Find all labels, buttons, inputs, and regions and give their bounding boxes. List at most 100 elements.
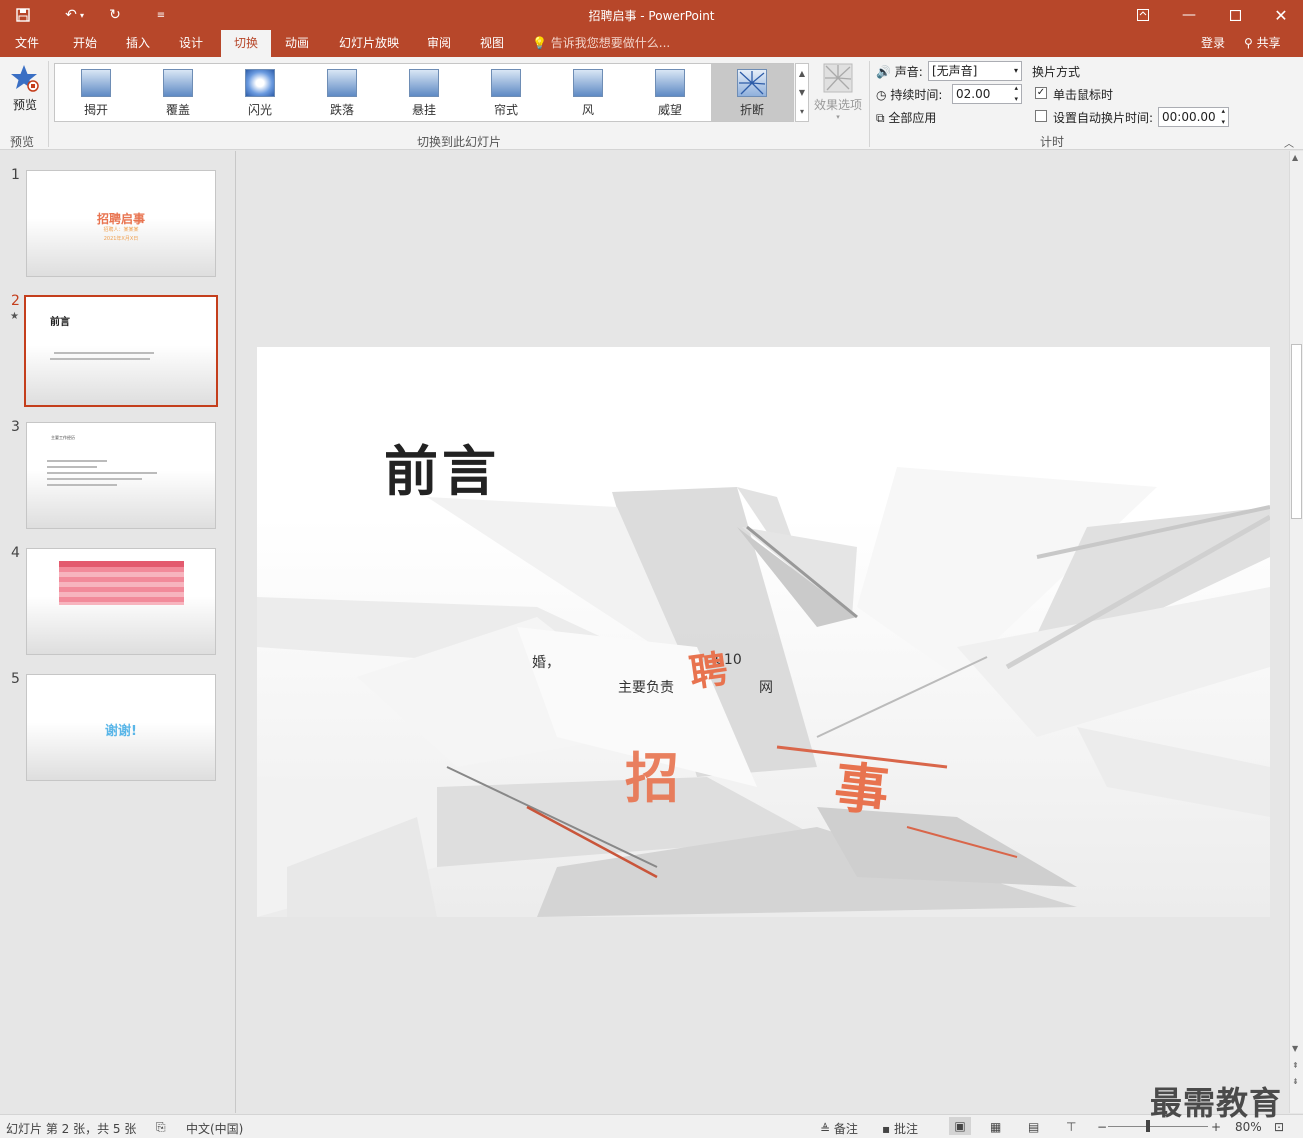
thumb-text-line (47, 484, 117, 486)
spellcheck-icon[interactable]: ⎘ (156, 1120, 166, 1135)
transition-fall-over[interactable]: 跌落 (301, 64, 383, 121)
apply-all-button[interactable]: ⧉ 全部应用 (876, 109, 936, 126)
auto-advance-spinner[interactable]: 00:00.00 ▴ ▾ (1158, 107, 1229, 127)
previous-slide-icon[interactable]: ⇞ (1292, 1061, 1299, 1070)
slide-sorter-icon[interactable]: ▦ (990, 1120, 1001, 1134)
tab-animations[interactable]: 动画 (276, 30, 318, 57)
slide-thumbnail-4[interactable] (26, 548, 216, 655)
on-click-checkbox[interactable]: ✓ (1035, 87, 1047, 99)
slide-thumbnail-3[interactable]: 主要工作经历 (26, 422, 216, 529)
gallery-scroll[interactable]: ▲ ▼ ▾ (795, 63, 809, 122)
prestige-icon (655, 69, 685, 97)
tab-review[interactable]: 审阅 (418, 30, 460, 57)
speaker-icon: 🔊 (876, 65, 891, 79)
comments-button[interactable]: ▪ 批注 (882, 1120, 918, 1137)
slide-body-line-2[interactable]: 主要负责 (618, 677, 674, 697)
spinner-arrows-icon[interactable]: ▴ ▾ (1014, 83, 1018, 105)
slide-number: 1 (11, 167, 20, 183)
tab-insert[interactable]: 插入 (117, 30, 159, 57)
notes-button[interactable]: ≜ 备注 (820, 1120, 858, 1137)
slide-thumbnail-5[interactable]: 谢谢! (26, 674, 216, 781)
transition-curtains[interactable]: 帘式 (465, 64, 547, 121)
transition-star-icon[interactable]: ★ (10, 311, 19, 322)
transition-cover[interactable]: 覆盖 (137, 64, 219, 121)
transition-label: 帘式 (493, 103, 518, 117)
transition-prestige[interactable]: 威望 (629, 64, 711, 121)
tab-view[interactable]: 视图 (471, 30, 513, 57)
preview-group-label: 预览 (10, 135, 35, 149)
duration-spinner[interactable]: 02.00 ▴ ▾ (952, 84, 1022, 104)
transition-gallery: 揭开 覆盖 闪光 跌落 悬挂 帘式 风 威望 折断 (54, 63, 794, 122)
slide-body-line-1[interactable]: 婚， (532, 652, 560, 672)
login-link[interactable]: 登录 (1201, 30, 1225, 57)
vertical-scrollbar[interactable]: ▲ ▼ ⇞ ⇟ (1289, 151, 1303, 1113)
reading-view-icon[interactable]: ▤ (1028, 1120, 1039, 1134)
sound-dropdown[interactable]: [无声音] ▾ (928, 61, 1022, 81)
gallery-down-icon[interactable]: ▼ (796, 83, 808, 102)
tab-transitions[interactable]: 切换 (221, 30, 271, 57)
watermark-logo: 最需教育 (1150, 1084, 1283, 1122)
gallery-up-icon[interactable]: ▲ (796, 64, 808, 83)
tab-design[interactable]: 设计 (170, 30, 212, 57)
thumb-text-line (47, 460, 107, 462)
preview-button[interactable]: 预览 (6, 63, 44, 121)
cover-icon (163, 69, 193, 97)
effect-options-button[interactable]: 效果选项 ▾ (812, 63, 864, 123)
thumb-subtitle: 招聘人：某某某 (103, 227, 139, 233)
slide-number: 4 (11, 545, 20, 561)
group-divider (48, 61, 49, 147)
tab-slideshow[interactable]: 幻灯片放映 (332, 30, 406, 57)
language-indicator[interactable]: 中文(中国) (186, 1120, 243, 1137)
thumb-text-line (54, 352, 154, 354)
thumb-title: 招聘启事 (96, 212, 145, 226)
scroll-up-icon[interactable]: ▲ (1292, 153, 1298, 162)
normal-view-icon[interactable]: ▣ (949, 1117, 971, 1135)
spinner-arrows-icon[interactable]: ▴ ▾ (1221, 106, 1225, 128)
zoom-slider[interactable] (1108, 1126, 1208, 1127)
zoom-out-icon[interactable]: − (1097, 1120, 1107, 1134)
tab-file[interactable]: 文件 (8, 30, 46, 57)
transition-wind[interactable]: 风 (547, 64, 629, 121)
slideshow-icon[interactable]: ⊤ (1066, 1120, 1076, 1134)
transition-drape[interactable]: 悬挂 (383, 64, 465, 121)
notes-icon: ≜ (820, 1122, 831, 1136)
shard-text-fragment: 聘 (686, 646, 731, 696)
transition-flash[interactable]: 闪光 (219, 64, 301, 121)
transition-label: 闪光 (247, 103, 272, 117)
sound-value: [无声音] (932, 64, 978, 78)
fall-over-icon (327, 69, 357, 97)
collapse-ribbon-icon[interactable]: ︿ (1284, 135, 1294, 150)
transition-label: 折断 (739, 103, 764, 117)
duration-value: 02.00 (956, 87, 991, 101)
ribbon-display-icon[interactable] (1126, 0, 1160, 30)
title-bar: ↶ ▾ ↻ ≡ 招聘启事 - PowerPoint — ✕ (0, 0, 1303, 30)
scroll-thumb[interactable] (1291, 344, 1302, 519)
transition-fracture[interactable]: 折断 (711, 64, 793, 121)
chevron-down-icon: ▾ (1013, 66, 1018, 75)
slide-thumbnail-1[interactable]: 招聘启事 招聘人：某某某 2021年X月X日 (26, 170, 216, 277)
transition-uncover[interactable]: 揭开 (55, 64, 137, 121)
close-icon[interactable]: ✕ (1264, 0, 1298, 30)
next-slide-icon[interactable]: ⇟ (1292, 1077, 1299, 1086)
sound-label-text: 声音: (894, 65, 923, 79)
current-slide-canvas[interactable]: 前言 婚， 010 主要负责 网 聘 招 事 (257, 347, 1270, 917)
minimize-icon[interactable]: — (1172, 0, 1206, 30)
duration-label: ◷ 持续时间: (876, 86, 942, 103)
group-divider (869, 61, 870, 147)
gallery-more-icon[interactable]: ▾ (796, 102, 808, 121)
scroll-down-icon[interactable]: ▼ (1292, 1044, 1298, 1053)
share-button[interactable]: ⚲ 共享 (1240, 33, 1295, 54)
apply-all-icon: ⧉ (876, 111, 885, 125)
transition-label: 覆盖 (165, 103, 190, 117)
slide-number: 5 (11, 671, 20, 687)
tell-me-box[interactable]: 💡 告诉我您想要做什么... (532, 30, 670, 57)
auto-advance-checkbox[interactable] (1035, 110, 1047, 122)
slide-thumbnail-2[interactable]: 前言 (24, 295, 218, 407)
tab-home[interactable]: 开始 (64, 30, 106, 57)
maximize-icon[interactable] (1218, 0, 1252, 30)
thumb-title: 前言 (50, 317, 70, 328)
fracture-icon (737, 69, 767, 97)
slide-body-line-2-tail[interactable]: 网 (759, 677, 773, 697)
transition-label: 揭开 (83, 103, 108, 117)
duration-label-text: 持续时间: (890, 88, 943, 102)
